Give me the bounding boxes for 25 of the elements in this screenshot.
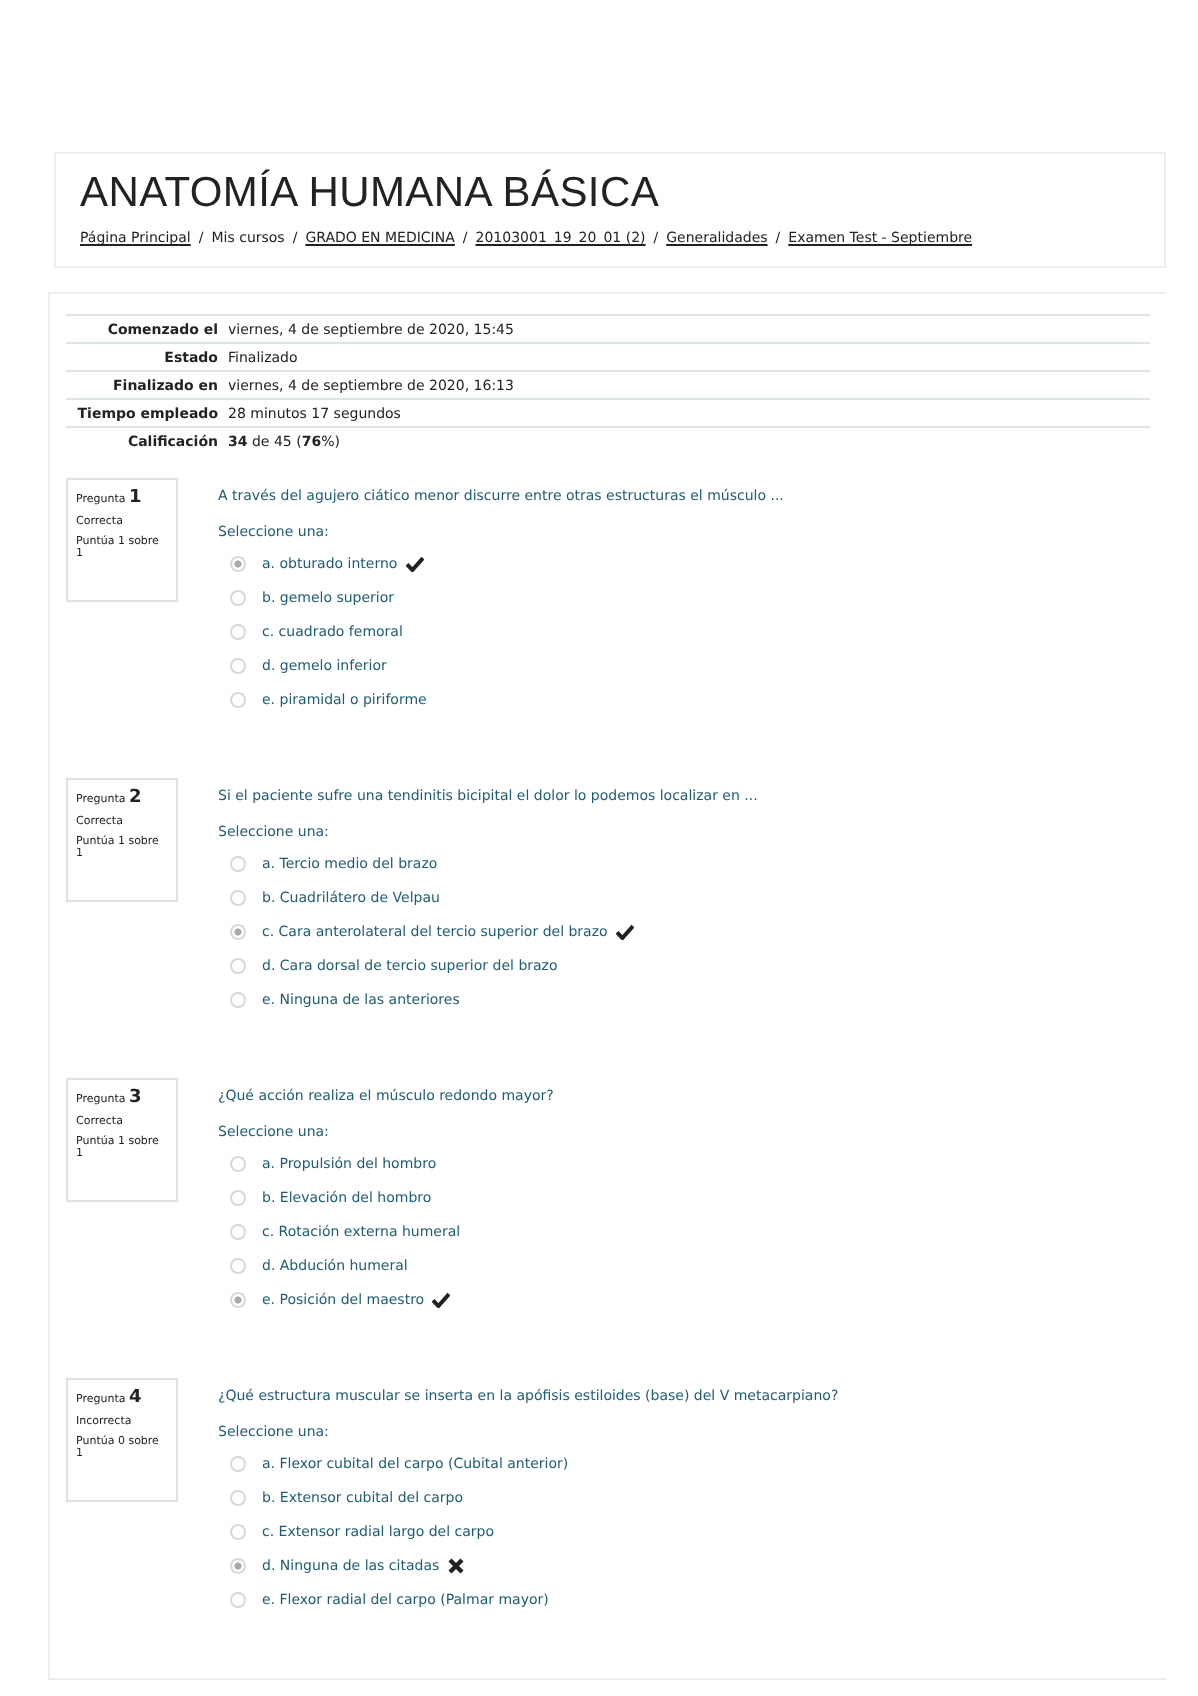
radio-button[interactable] (230, 623, 246, 639)
radio-button[interactable] (230, 1523, 246, 1539)
radio-button[interactable] (230, 1291, 246, 1307)
checkmark-icon (405, 555, 424, 571)
radio-button[interactable] (230, 1557, 246, 1573)
radio-button[interactable] (230, 889, 246, 905)
radio-button[interactable] (230, 1257, 246, 1273)
radio-button[interactable] (230, 1223, 246, 1239)
radio-button[interactable] (230, 855, 246, 871)
radio-button[interactable] (230, 555, 246, 571)
radio-button[interactable] (230, 923, 246, 939)
radio-button[interactable] (230, 1455, 246, 1471)
cross-icon (447, 1557, 464, 1573)
radio-button[interactable] (230, 589, 246, 605)
radio-button[interactable] (230, 1155, 246, 1171)
checkmark-icon (432, 1291, 451, 1307)
course-title: ANATOMÍA HUMANA BÁSICA (80, 170, 662, 218)
radio-button[interactable] (230, 1189, 246, 1205)
radio-button[interactable] (230, 657, 246, 673)
radio-button[interactable] (230, 691, 246, 707)
radio-button[interactable] (230, 1489, 246, 1505)
radio-button[interactable] (230, 1591, 246, 1607)
checkmark-icon (615, 923, 634, 939)
radio-button[interactable] (230, 957, 246, 973)
radio-button[interactable] (230, 991, 246, 1007)
